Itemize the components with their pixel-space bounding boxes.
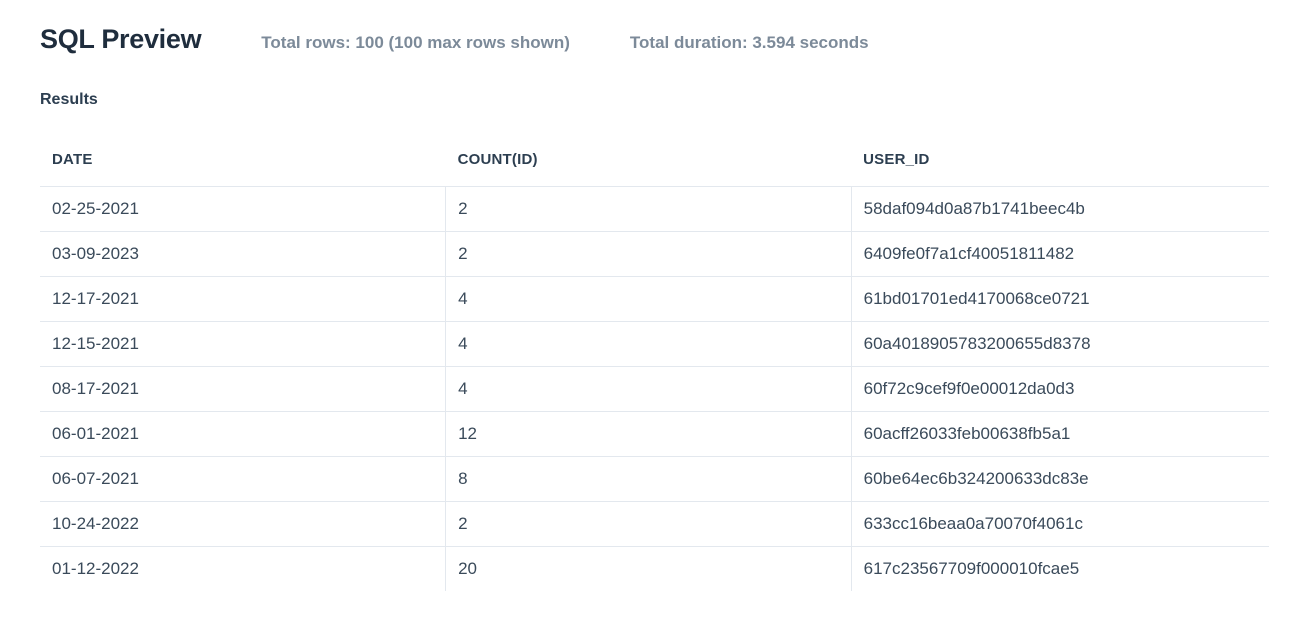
cell-user-id: 60be64ec6b324200633dc83e (851, 457, 1269, 502)
table-row[interactable]: 08-17-2021460f72c9cef9f0e00012da0d3 (40, 367, 1269, 412)
cell-date: 08-17-2021 (40, 367, 446, 412)
cell-date: 12-15-2021 (40, 322, 446, 367)
results-table: DATE COUNT(ID) USER_ID 02-25-2021258daf0… (40, 137, 1269, 591)
cell-date: 01-12-2022 (40, 547, 446, 592)
cell-date: 06-07-2021 (40, 457, 446, 502)
cell-count: 2 (446, 232, 852, 277)
cell-count: 12 (446, 412, 852, 457)
total-rows-text: Total rows: 100 (100 max rows shown) (261, 33, 570, 53)
cell-user-id: 617c23567709f000010fcae5 (851, 547, 1269, 592)
cell-count: 8 (446, 457, 852, 502)
cell-date: 03-09-2023 (40, 232, 446, 277)
header-row: SQL Preview Total rows: 100 (100 max row… (40, 24, 1269, 55)
table-row[interactable]: 06-07-2021860be64ec6b324200633dc83e (40, 457, 1269, 502)
results-label: Results (40, 91, 1269, 109)
cell-user-id: 6409fe0f7a1cf40051811482 (851, 232, 1269, 277)
table-row[interactable]: 03-09-202326409fe0f7a1cf40051811482 (40, 232, 1269, 277)
cell-user-id: 60a4018905783200655d8378 (851, 322, 1269, 367)
cell-date: 10-24-2022 (40, 502, 446, 547)
cell-count: 4 (446, 277, 852, 322)
cell-date: 02-25-2021 (40, 187, 446, 232)
cell-date: 12-17-2021 (40, 277, 446, 322)
total-duration-text: Total duration: 3.594 seconds (630, 33, 869, 53)
cell-user-id: 60acff26033feb00638fb5a1 (851, 412, 1269, 457)
page-title: SQL Preview (40, 24, 201, 55)
cell-count: 4 (446, 322, 852, 367)
table-header-row: DATE COUNT(ID) USER_ID (40, 137, 1269, 187)
cell-count: 2 (446, 187, 852, 232)
column-header-user-id[interactable]: USER_ID (851, 137, 1269, 187)
table-row[interactable]: 10-24-20222633cc16beaa0a70070f4061c (40, 502, 1269, 547)
table-row[interactable]: 06-01-20211260acff26033feb00638fb5a1 (40, 412, 1269, 457)
cell-user-id: 633cc16beaa0a70070f4061c (851, 502, 1269, 547)
column-header-count[interactable]: COUNT(ID) (446, 137, 852, 187)
cell-user-id: 60f72c9cef9f0e00012da0d3 (851, 367, 1269, 412)
column-header-date[interactable]: DATE (40, 137, 446, 187)
table-row[interactable]: 02-25-2021258daf094d0a87b1741beec4b (40, 187, 1269, 232)
cell-user-id: 61bd01701ed4170068ce0721 (851, 277, 1269, 322)
cell-user-id: 58daf094d0a87b1741beec4b (851, 187, 1269, 232)
cell-date: 06-01-2021 (40, 412, 446, 457)
table-row[interactable]: 01-12-202220617c23567709f000010fcae5 (40, 547, 1269, 592)
table-row[interactable]: 12-15-2021460a4018905783200655d8378 (40, 322, 1269, 367)
cell-count: 4 (446, 367, 852, 412)
cell-count: 20 (446, 547, 852, 592)
table-row[interactable]: 12-17-2021461bd01701ed4170068ce0721 (40, 277, 1269, 322)
cell-count: 2 (446, 502, 852, 547)
